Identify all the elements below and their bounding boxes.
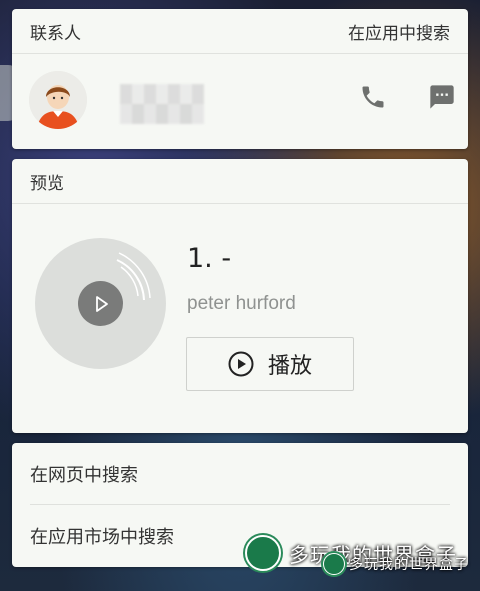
play-label: 播放 — [267, 354, 312, 379]
preview-header: 预览 — [12, 159, 468, 204]
message-icon — [430, 85, 454, 109]
play-outline-icon — [95, 295, 108, 312]
message-button[interactable] — [422, 77, 462, 117]
play-button[interactable]: 播放 — [186, 337, 354, 391]
track-title: 1. - — [187, 243, 232, 274]
preview-card: 预览 1. - peter hurford 播放 — [12, 159, 468, 433]
search-web-item[interactable]: 在网页中搜索 — [12, 443, 468, 504]
person-avatar-icon — [29, 71, 87, 129]
contacts-header: 联系人 在应用中搜索 — [12, 9, 468, 54]
contacts-card: 联系人 在应用中搜索 — [12, 9, 468, 149]
disc-play-button[interactable] — [78, 281, 123, 326]
avatar — [29, 71, 87, 129]
watermark-small-text: 多玩我的世界盒子 — [349, 557, 469, 573]
preview-title: 预览 — [30, 173, 64, 194]
call-button[interactable] — [353, 77, 393, 117]
watermark-small-logo-icon — [323, 553, 345, 575]
play-circle-icon — [228, 351, 254, 377]
watermark-logo-icon — [245, 535, 281, 571]
contact-row[interactable] — [12, 54, 468, 149]
phone-icon — [362, 86, 384, 108]
album-disc — [35, 238, 166, 369]
search-in-app-link[interactable]: 在应用中搜索 — [348, 19, 450, 44]
contact-name-blurred — [120, 84, 204, 124]
contacts-title: 联系人 — [30, 23, 81, 44]
track-artist: peter hurford — [187, 293, 296, 314]
watermark-small: 多玩我的世界盒子 — [323, 553, 469, 575]
